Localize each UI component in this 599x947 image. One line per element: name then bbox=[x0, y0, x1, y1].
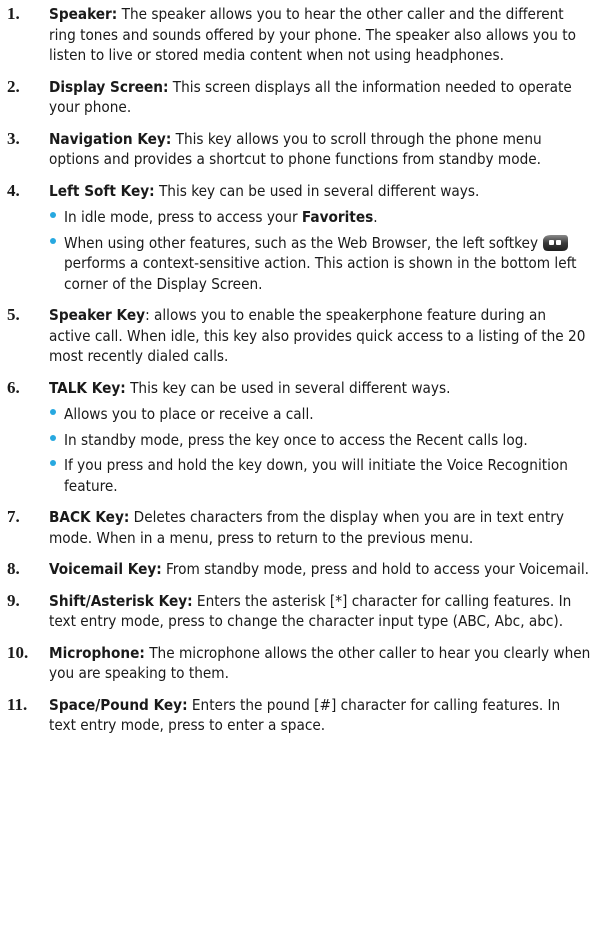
item-term: Speaker Key bbox=[49, 306, 146, 324]
item-text: This key can be used in several differen… bbox=[154, 181, 480, 200]
item-number: 8. bbox=[7, 559, 20, 578]
bullet-item: Allows you to place or receive a call. bbox=[49, 404, 591, 425]
list-item-left-soft-key: 4. Left Soft Key: This key can be used i… bbox=[0, 181, 599, 295]
item-number: 2. bbox=[7, 76, 20, 96]
item-term: Shift/Asterisk Key: bbox=[49, 591, 193, 610]
item-term: Left Soft Key: bbox=[49, 181, 155, 200]
list-item-shift-asterisk-key: 9. Shift/Asterisk Key: Enters the asteri… bbox=[0, 591, 599, 632]
list-item-talk-key: 6. TALK Key: This key can be used in sev… bbox=[0, 378, 599, 497]
item-term: Voicemail Key: bbox=[49, 560, 162, 578]
item-term: TALK Key: bbox=[49, 378, 126, 397]
bullet-item: When using other features, such as the W… bbox=[49, 233, 591, 295]
item-number: 1. bbox=[7, 4, 20, 23]
left-softkey-icon bbox=[541, 234, 569, 252]
list-item-speaker: 1. Speaker: The speaker allows you to he… bbox=[0, 4, 599, 66]
item-number: 3. bbox=[7, 128, 20, 148]
item-term: Display Screen: bbox=[49, 77, 169, 96]
item-number: 6. bbox=[7, 377, 20, 397]
item-number: 11. bbox=[7, 694, 28, 714]
list-item-speaker-key: 5. Speaker Key: allows you to enable the… bbox=[0, 305, 599, 367]
list-item-space-pound-key: 11. Space/Pound Key: Enters the pound [#… bbox=[0, 695, 599, 736]
item-number: 5. bbox=[7, 305, 20, 324]
bullet-text: . bbox=[373, 208, 378, 226]
bullet-text: When using other features, such as the W… bbox=[64, 233, 539, 252]
list-item-navigation-key: 3. Navigation Key: This key allows you t… bbox=[0, 129, 599, 170]
item-term: Speaker: bbox=[49, 5, 118, 23]
item-term: Microphone: bbox=[49, 643, 145, 662]
item-number: 9. bbox=[7, 590, 20, 610]
list-item-back-key: 7. BACK Key: Deletes characters from the… bbox=[0, 507, 599, 548]
item-term: Space/Pound Key: bbox=[49, 695, 188, 714]
item-text: From standby mode, press and hold to acc… bbox=[161, 560, 589, 578]
item-text: This key can be used in several differen… bbox=[125, 378, 451, 397]
list-item-microphone: 10. Microphone: The microphone allows th… bbox=[0, 643, 599, 684]
item-number: 7. bbox=[7, 507, 20, 526]
item-term: BACK Key: bbox=[49, 508, 130, 526]
bullet-list: In idle mode, press to access your Favor… bbox=[49, 207, 591, 294]
item-number: 4. bbox=[7, 180, 20, 200]
item-term: Navigation Key: bbox=[49, 129, 172, 148]
bullet-item: In idle mode, press to access your Favor… bbox=[49, 207, 591, 228]
bullet-text: performs a context-sensitive action. Thi… bbox=[64, 254, 577, 293]
bullet-item: In standby mode, press the key once to a… bbox=[49, 430, 591, 451]
item-number: 10. bbox=[7, 642, 29, 662]
list-item-voicemail-key: 8. Voicemail Key: From standby mode, pre… bbox=[0, 559, 599, 580]
list-item-display-screen: 2. Display Screen: This screen displays … bbox=[0, 77, 599, 118]
bullet-item: If you press and hold the key down, you … bbox=[49, 455, 591, 496]
item-text: The speaker allows you to hear the other… bbox=[49, 5, 576, 64]
bullet-text: In idle mode, press to access your bbox=[64, 208, 302, 226]
favorites-label: Favorites bbox=[301, 208, 374, 226]
bullet-list: Allows you to place or receive a call. I… bbox=[49, 404, 591, 496]
manual-page: 1. Speaker: The speaker allows you to he… bbox=[0, 0, 599, 947]
